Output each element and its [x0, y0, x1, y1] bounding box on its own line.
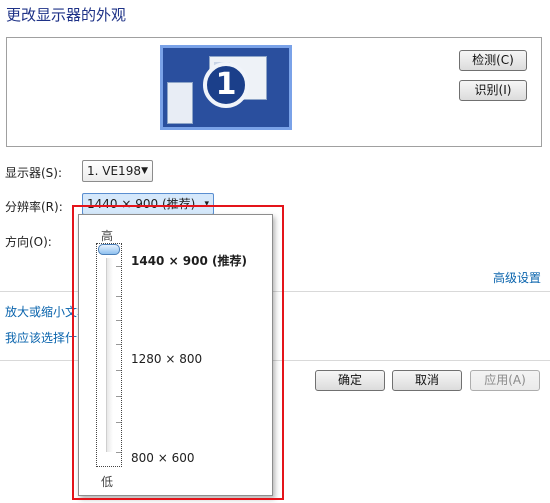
- page-title: 更改显示器的外观: [6, 6, 127, 24]
- resolution-label: 分辨率(R):: [5, 200, 63, 214]
- highlight-frame: [72, 205, 284, 500]
- display-select-value: 1. VE198: [87, 164, 141, 178]
- chevron-down-icon: ▼: [141, 166, 148, 176]
- detect-button[interactable]: 检测(C): [459, 50, 527, 71]
- monitor-1-icon[interactable]: 1: [160, 45, 292, 130]
- display-preview-panel: 1 检测(C) 识别(I): [6, 37, 542, 147]
- cancel-button[interactable]: 取消: [392, 370, 462, 391]
- advanced-settings-link[interactable]: 高级设置: [493, 269, 541, 286]
- apply-button[interactable]: 应用(A): [470, 370, 540, 391]
- monitor-number-badge: 1: [203, 62, 249, 108]
- display-label: 显示器(S):: [5, 166, 63, 180]
- display-select[interactable]: 1. VE198 ▼: [82, 160, 153, 182]
- ok-button[interactable]: 确定: [315, 370, 385, 391]
- identify-button[interactable]: 识别(I): [459, 80, 527, 101]
- window-thumbnail: [167, 82, 193, 124]
- orientation-label: 方向(O):: [5, 235, 52, 249]
